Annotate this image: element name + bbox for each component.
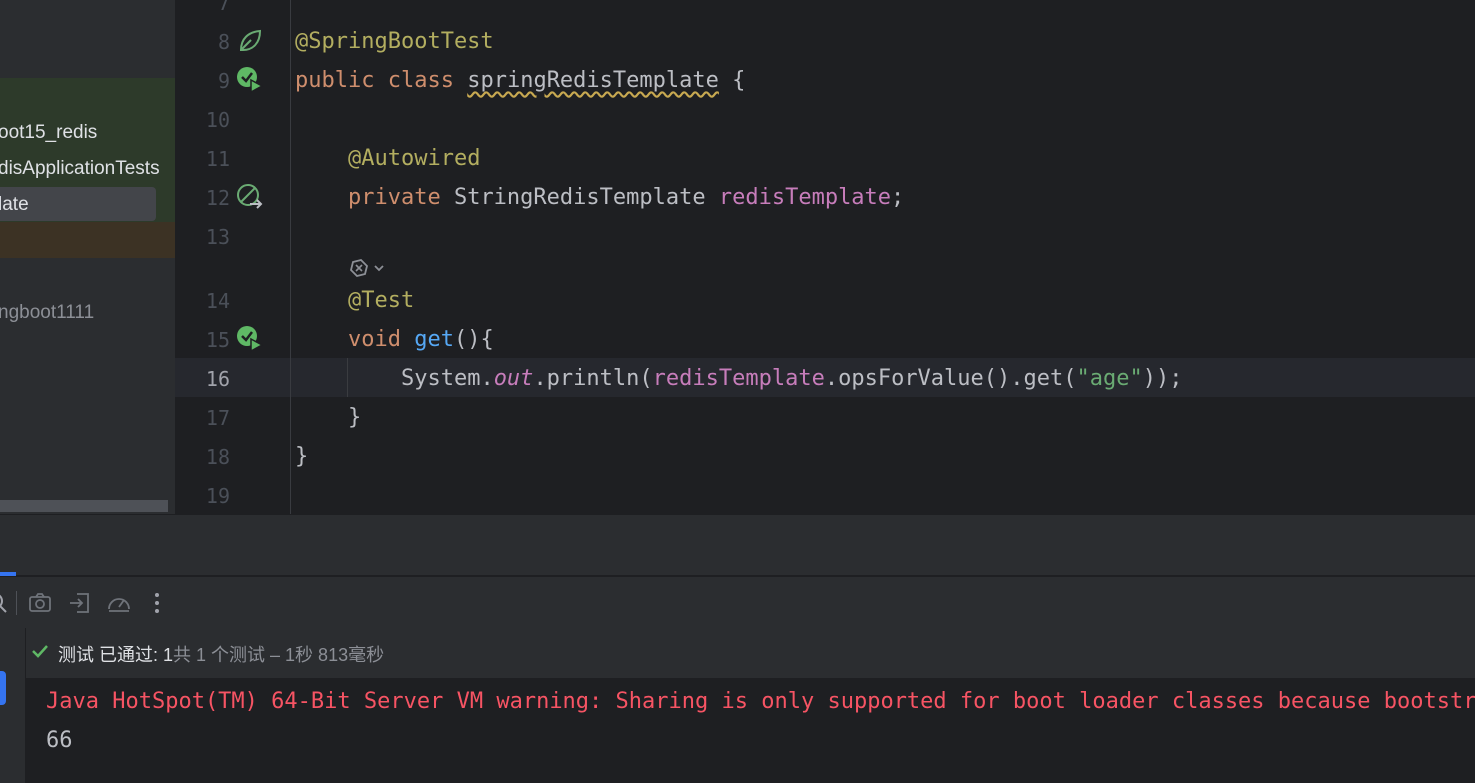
more-vertical-icon[interactable] <box>144 590 170 616</box>
line-number: 13 <box>205 225 230 249</box>
code-line-18[interactable]: } <box>295 445 308 469</box>
code-line-14[interactable]: @Test <box>295 289 414 313</box>
console-output[interactable]: Java HotSpot(TM) 64-Bit Server VM warnin… <box>26 679 1475 783</box>
check-icon <box>32 645 48 658</box>
class-name: springRedisTemplate <box>467 68 719 93</box>
spring-leaf-icon[interactable] <box>236 27 264 55</box>
code-line-11[interactable]: @Autowired <box>295 147 480 171</box>
export-icon[interactable] <box>67 590 93 616</box>
keyword: private <box>347 185 441 210</box>
annotation: @SpringBootTest <box>295 29 494 54</box>
line-number: 17 <box>205 406 230 430</box>
test-status-text: 测试 已通过: 1共 1 个测试 – 1秒 813毫秒 <box>58 641 384 667</box>
method-name: get <box>414 327 454 352</box>
brace: { <box>718 68 746 93</box>
horizontal-scrollbar[interactable] <box>0 500 168 512</box>
autowired-bean-icon[interactable] <box>236 183 264 211</box>
tool-window-header <box>0 514 1475 575</box>
field-name: redisTemplate <box>652 366 825 391</box>
line-number: 12 <box>205 186 230 210</box>
brace: } <box>347 405 362 430</box>
line-number: 15 <box>205 328 230 352</box>
gutter-separator <box>290 0 291 514</box>
gauge-icon[interactable] <box>106 590 132 616</box>
static-field: out <box>493 366 534 391</box>
run-test-passed-icon[interactable] <box>236 325 264 353</box>
line-number: 8 <box>217 30 230 54</box>
test-status-detail: 共 1 个测试 – 1秒 813毫秒 <box>173 645 385 665</box>
line-number: 14 <box>205 289 230 313</box>
line-number: 9 <box>217 69 230 93</box>
code-editor[interactable]: 7 8 9 10 11 12 13 14 15 16 17 18 19 @Spr… <box>175 0 1475 514</box>
keyword: public <box>295 68 375 93</box>
toolbar-separator <box>16 591 17 615</box>
code-line-15[interactable]: void get(){ <box>295 328 494 352</box>
tree-item-module[interactable]: oot15_redis <box>0 123 97 143</box>
code-line-12[interactable]: private StringRedisTemplate redisTemplat… <box>295 186 904 210</box>
code-line-17[interactable]: } <box>295 406 361 430</box>
field-name: redisTemplate <box>718 185 892 210</box>
run-toolbar <box>0 576 1475 629</box>
tree-item-project[interactable]: ngboot1111 <box>0 303 94 323</box>
line-number-current: 16 <box>205 367 230 391</box>
annotation: @Autowired <box>347 146 481 171</box>
ai-assistant-inlay-icon[interactable] <box>347 256 395 282</box>
punctuation: )); <box>1142 366 1183 391</box>
line-number: 18 <box>205 445 230 469</box>
class-ref: System. <box>400 366 494 391</box>
project-tree[interactable]: oot15_redis disApplicationTests late ngb… <box>0 0 175 514</box>
run-test-passed-icon[interactable] <box>236 66 264 94</box>
test-status-main: 测试 已通过: 1 <box>58 645 174 665</box>
keyword: class <box>387 68 454 93</box>
code-line-8[interactable]: @SpringBootTest <box>295 30 494 54</box>
line-number: 10 <box>205 108 230 132</box>
brace: } <box>295 444 309 469</box>
line-number: 7 <box>217 0 230 15</box>
keyword: void <box>347 327 401 352</box>
camera-icon[interactable] <box>27 590 53 616</box>
method-call: .println( <box>533 366 653 391</box>
semicolon: ; <box>891 185 905 210</box>
tree-item-tests[interactable]: disApplicationTests <box>0 159 160 179</box>
punctuation: (){ <box>453 327 494 352</box>
line-number: 19 <box>205 484 230 508</box>
test-status-bar: 测试 已通过: 1共 1 个测试 – 1秒 813毫秒 <box>26 628 1475 679</box>
type-name: StringRedisTemplate <box>440 185 719 210</box>
string-literal: "age" <box>1076 366 1143 391</box>
modified-highlight-region <box>0 222 175 258</box>
console-warning-line: Java HotSpot(TM) 64-Bit Server VM warnin… <box>46 689 1475 714</box>
console-output-line: 66 <box>46 728 73 753</box>
method-call: .opsForValue().get( <box>824 366 1077 391</box>
annotation: @Test <box>347 288 415 313</box>
search-icon[interactable] <box>0 590 10 616</box>
code-line-16[interactable]: System.out.println(redisTemplate.opsForV… <box>295 367 1183 391</box>
test-tree-strip[interactable] <box>0 628 26 783</box>
selected-test-node[interactable] <box>0 671 6 705</box>
code-line-9[interactable]: public class springRedisTemplate { <box>295 69 745 93</box>
tree-item-template[interactable]: late <box>0 195 29 215</box>
line-number: 11 <box>205 147 230 171</box>
